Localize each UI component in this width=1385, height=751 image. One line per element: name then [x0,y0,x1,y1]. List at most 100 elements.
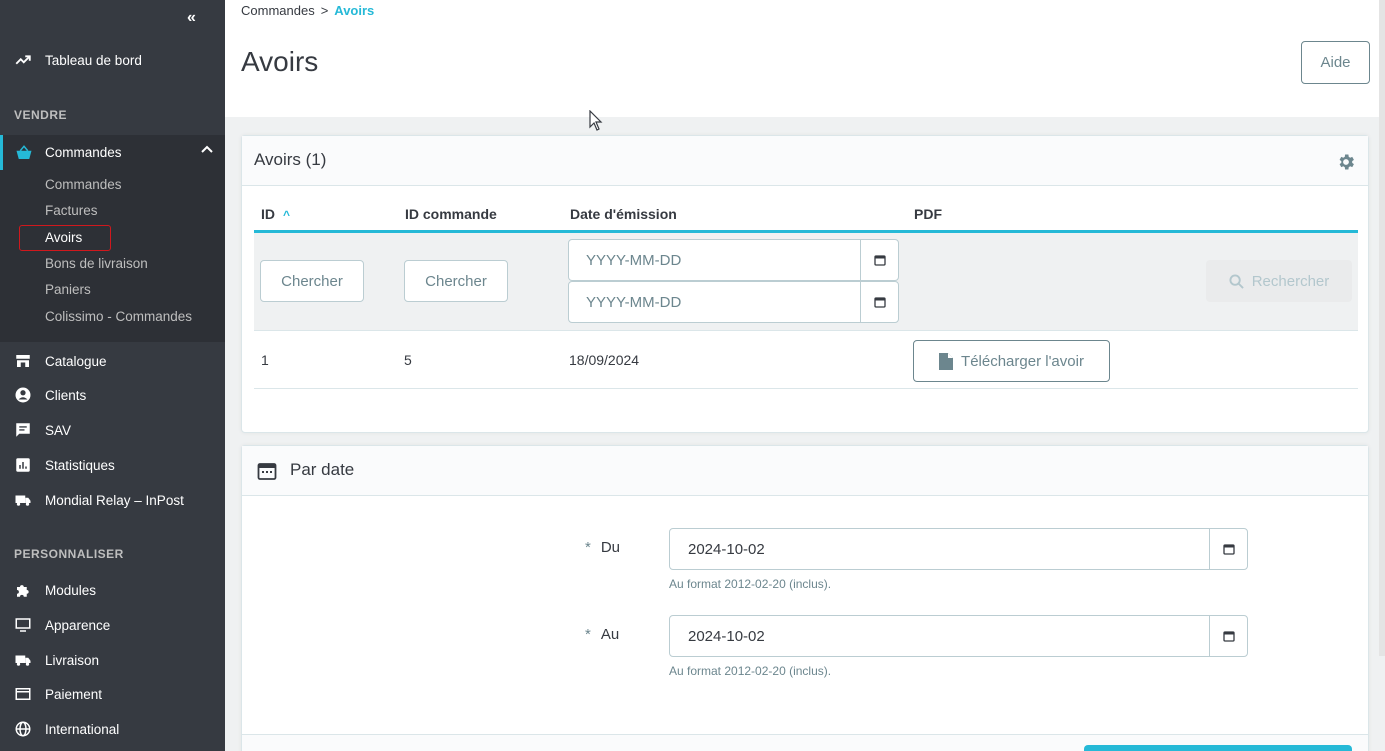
cell-order-id: 5 [404,352,412,368]
active-item-highlight [19,225,111,251]
column-label: ID [261,206,275,222]
column-header-date[interactable]: Date d'émission [570,206,677,222]
collapse-sidebar-button[interactable]: « [187,9,196,27]
puzzle-icon [0,581,45,599]
sidebar-item-stats[interactable]: Statistiques [0,450,225,480]
store-icon [0,352,45,370]
id-filter-input[interactable]: Chercher [260,260,364,302]
submenu-item-invoices[interactable]: Factures [45,203,98,218]
sidebar-item-orders[interactable]: Commandes [0,135,225,170]
credit-slips-panel: Avoirs (1) ID ^ ID commande Date d'émissi… [241,135,1369,433]
table-row: 1 5 18/09/2024 Télécharger l'avoir [254,332,1358,389]
sidebar-item-label: Mondial Relay – InPost [45,492,184,508]
sidebar-item-sav[interactable]: SAV [0,415,225,445]
scrollbar[interactable] [1379,0,1385,656]
mouse-cursor-icon [589,110,603,131]
sidebar-item-label: Statistiques [45,457,115,473]
order-id-filter-input[interactable]: Chercher [404,260,508,302]
sidebar-item-label: Modules [45,582,97,598]
date-placeholder: YYYY-MM-DD [586,293,682,311]
to-label: * Au [585,626,619,643]
sidebar-item-payment[interactable]: Paiement [0,679,225,709]
sidebar-item-international[interactable]: International [0,714,225,744]
truck-icon [0,491,45,509]
date-from-input[interactable]: 2024-10-02 [669,528,1248,570]
column-header-id[interactable]: ID ^ [261,206,290,222]
truck-icon [0,651,45,669]
section-title-customize: PERSONNALISER [14,547,124,561]
sidebar-item-label: Paiement [45,686,103,702]
bar-chart-icon [0,456,45,474]
sidebar-item-label: SAV [45,422,72,438]
chevron-up-icon [201,143,213,157]
calendar-icon[interactable] [1209,529,1247,569]
date-value: 2024-10-02 [688,540,765,558]
search-button-label: Rechercher [1251,272,1330,290]
submenu-item-colissimo[interactable]: Colissimo - Commandes [45,309,192,324]
submenu-item-carts[interactable]: Paniers [45,282,91,297]
download-button-label: Télécharger l'avoir [961,352,1084,370]
sidebar-item-appearance[interactable]: Apparence [0,610,225,640]
panel-header: Par date [242,446,1368,496]
search-icon [1229,273,1244,289]
trending-up-icon [0,51,45,69]
label-text: Du [600,539,621,556]
sidebar-item-modules[interactable]: Modules [0,575,225,605]
panel-footer [242,734,1368,751]
sidebar-item-label: Livraison [45,652,100,668]
breadcrumb-parent[interactable]: Commandes [241,3,315,18]
to-help-text: Au format 2012-02-20 (inclus). [669,664,832,678]
date-placeholder: YYYY-MM-DD [586,251,682,269]
sidebar-item-mondial-relay[interactable]: Mondial Relay – InPost [0,485,225,515]
date-from-filter-input[interactable]: YYYY-MM-DD [568,239,899,281]
search-button[interactable]: Rechercher [1206,260,1352,302]
panel-header: Avoirs (1) [242,136,1368,186]
from-label: * Du [585,539,620,556]
message-icon [0,421,45,439]
by-date-panel: Par date * Du 2024-10-02 Au format 2012-0… [241,445,1369,751]
breadcrumb-current[interactable]: Avoirs [334,3,374,18]
sidebar-item-dashboard[interactable]: Tableau de bord [0,45,225,75]
required-marker: * [585,626,591,643]
page-title: Avoirs [241,46,319,77]
sidebar-item-customers[interactable]: Clients [0,380,225,410]
download-credit-slip-button[interactable]: Télécharger l'avoir [913,340,1110,382]
sidebar-item-catalog[interactable]: Catalogue [0,346,225,376]
panel-title: Avoirs (1) [254,150,327,169]
calendar-icon [257,463,277,480]
calendar-icon[interactable] [860,282,898,322]
panel-title: Par date [290,460,355,479]
sidebar-item-label: Commandes [45,145,122,160]
filter-row: Chercher Chercher YYYY-MM-DD YYYY-MM-DD … [254,233,1358,331]
sidebar-item-label: International [45,721,120,737]
date-to-filter-input[interactable]: YYYY-MM-DD [568,281,899,323]
from-help-text: Au format 2012-02-20 (inclus). [669,577,832,591]
sort-asc-icon[interactable]: ^ [283,208,290,222]
label-text: Au [600,626,620,643]
date-to-input[interactable]: 2024-10-02 [669,615,1248,657]
globe-icon [0,720,45,738]
help-button[interactable]: Aide [1301,41,1370,84]
breadcrumb-separator: > [320,3,329,18]
calendar-icon[interactable] [860,240,898,280]
calendar-icon[interactable] [1209,616,1247,656]
submenu-item-orders[interactable]: Commandes [45,177,122,192]
section-title-sell: VENDRE [14,108,68,122]
basket-icon [3,144,45,162]
monitor-icon [0,616,45,634]
date-value: 2024-10-02 [688,627,765,645]
sidebar-item-label: Apparence [45,617,111,633]
column-header-order-id[interactable]: ID commande [405,206,497,222]
page-header: Commandes > Avoirs Avoirs Aide [225,0,1385,117]
cell-date: 18/09/2024 [569,352,640,368]
column-header-pdf: PDF [914,206,942,222]
file-icon [939,352,954,370]
submenu-item-delivery-slips[interactable]: Bons de livraison [45,256,148,271]
sidebar-item-shipping[interactable]: Livraison [0,645,225,675]
credit-card-icon [0,685,45,703]
gear-icon[interactable] [1336,152,1356,172]
required-marker: * [585,539,591,556]
sidebar-item-label: Catalogue [45,353,107,369]
breadcrumb: Commandes > Avoirs [241,3,374,18]
generate-pdf-button[interactable] [1084,745,1352,751]
